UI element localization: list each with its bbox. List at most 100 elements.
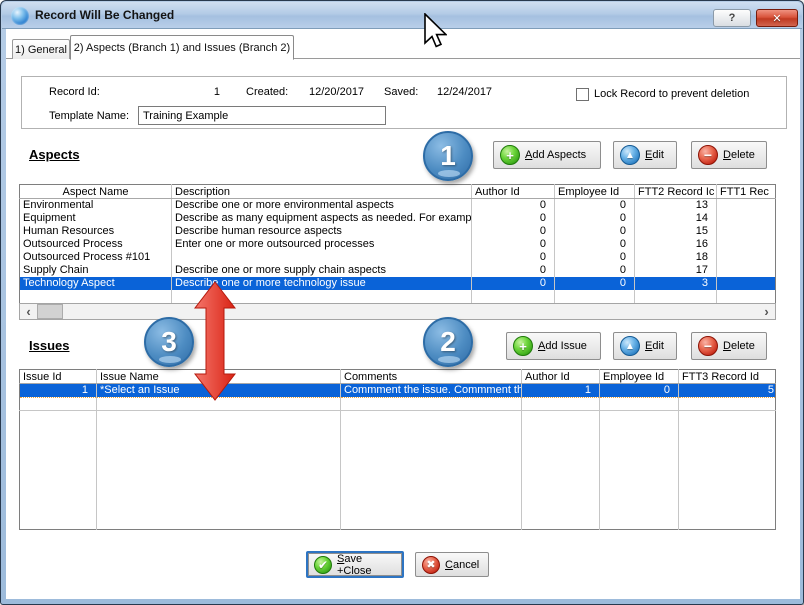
cell[interactable]: Outsourced Process [20,238,172,251]
cell[interactable]: 0 [472,199,555,213]
col-employee-id[interactable]: Employee Id [555,185,635,199]
cell[interactable]: 18 [635,251,717,264]
cell[interactable]: Outsourced Process #101 [20,251,172,264]
cancel-label: Cancel [445,559,479,571]
cell[interactable]: 0 [600,384,679,398]
aspect-row-selected[interactable]: Technology AspectDescribe one or more te… [20,277,776,290]
col-ftt2-record-id[interactable]: FTT2 Record Ic [635,185,717,199]
col-comments[interactable]: Comments [341,370,522,384]
col-ftt1-record[interactable]: FTT1 Rec [717,185,776,199]
close-button[interactable]: ✕ [756,9,798,27]
cell[interactable]: Equipment [20,212,172,225]
col-employee-id[interactable]: Employee Id [600,370,679,384]
cell[interactable]: Describe one or more environmental aspec… [172,199,472,213]
cell[interactable]: 0 [555,251,635,264]
lock-record-label: Lock Record to prevent deletion [594,88,749,100]
edit-aspect-button[interactable]: ▲ Edit [613,141,677,169]
aspect-row[interactable]: Human ResourcesDescribe human resource a… [20,225,776,238]
scroll-right-icon[interactable]: › [758,304,775,319]
add-issue-button[interactable]: + Add Issue [506,332,601,360]
cell[interactable]: 14 [635,212,717,225]
cell[interactable]: 1 [522,384,600,398]
cell[interactable]: 0 [555,199,635,213]
cell[interactable]: 0 [555,225,635,238]
scroll-left-icon[interactable]: ‹ [20,304,37,319]
cell[interactable]: 0 [472,277,555,290]
template-name-label: Template Name: [49,110,129,122]
cell[interactable]: 5 [679,384,776,398]
created-value: 12/20/2017 [309,86,364,98]
cell[interactable]: Describe human resource aspects [172,225,472,238]
cell[interactable]: Technology Aspect [20,277,172,290]
aspect-row[interactable]: Outsourced Process #1010018 [20,251,776,264]
cell[interactable]: 0 [472,238,555,251]
cell[interactable]: Describe as many equipment aspects as ne… [172,212,472,225]
col-issue-id[interactable]: Issue Id [20,370,97,384]
edit-issue-label: Edit [645,340,664,352]
cell[interactable]: 17 [635,264,717,277]
edit-issue-button[interactable]: ▲ Edit [613,332,677,360]
dialog-window: Record Will Be Changed ? ✕ 1) General 2)… [0,0,804,605]
screenshot-stage: Record Will Be Changed ? ✕ 1) General 2)… [0,0,804,605]
cell[interactable]: 1 [20,384,97,398]
cell[interactable]: 0 [555,238,635,251]
callout-3-badge: 3 [144,317,194,367]
tab-general[interactable]: 1) General [12,39,70,59]
cell[interactable]: 0 [472,264,555,277]
delete-aspect-button[interactable]: − Delete [691,141,767,169]
created-label: Created: [246,86,288,98]
saved-label: Saved: [384,86,418,98]
cell[interactable]: 13 [635,199,717,213]
lock-record-checkbox[interactable] [576,88,589,101]
issues-filler-row [20,411,776,530]
help-button[interactable]: ? [713,9,751,27]
aspect-row[interactable]: EnvironmentalDescribe one or more enviro… [20,199,776,213]
aspects-filler-row [20,290,776,303]
mouse-cursor [423,13,447,49]
issue-row-selected[interactable]: 1 *Select an Issue Commment the issue. C… [20,384,776,398]
cell[interactable] [717,199,776,213]
cell[interactable]: 15 [635,225,717,238]
cell[interactable]: Commment the issue. Commment the [341,384,522,398]
cell[interactable] [717,251,776,264]
save-close-button[interactable]: ✔ Save +Close [306,551,404,578]
issue-empty-row [20,398,776,411]
cell[interactable] [717,264,776,277]
cell[interactable]: 16 [635,238,717,251]
cell[interactable]: 0 [472,251,555,264]
aspect-row[interactable]: EquipmentDescribe as many equipment aspe… [20,212,776,225]
col-description[interactable]: Description [172,185,472,199]
cell[interactable]: 0 [472,212,555,225]
add-aspects-button[interactable]: + Add Aspects [493,141,601,169]
cell[interactable] [717,212,776,225]
aspect-row[interactable]: Outsourced ProcessEnter one or more outs… [20,238,776,251]
aspects-hscrollbar[interactable]: ‹ › [19,303,776,320]
cell[interactable] [717,238,776,251]
cell[interactable]: Human Resources [20,225,172,238]
titlebar[interactable]: Record Will Be Changed ? ✕ [2,2,802,29]
cell[interactable]: Enter one or more outsourced processes [172,238,472,251]
cell[interactable]: Environmental [20,199,172,213]
aspect-row[interactable]: Supply ChainDescribe one or more supply … [20,264,776,277]
tab-aspects-issues[interactable]: 2) Aspects (Branch 1) and Issues (Branch… [70,35,294,60]
cell[interactable] [172,251,472,264]
cell[interactable]: 0 [555,277,635,290]
cell[interactable]: 0 [555,212,635,225]
cell[interactable]: 0 [555,264,635,277]
scrollbar-thumb[interactable] [37,304,63,319]
cell[interactable]: 3 [635,277,717,290]
col-author-id[interactable]: Author Id [522,370,600,384]
aspects-heading: Aspects [29,147,80,162]
cell[interactable] [717,277,776,290]
cell[interactable]: 0 [472,225,555,238]
col-aspect-name[interactable]: Aspect Name [20,185,172,199]
delete-issue-button[interactable]: − Delete [691,332,767,360]
cell[interactable]: Describe one or more supply chain aspect… [172,264,472,277]
col-ftt3-record-id[interactable]: FTT3 Record Id [679,370,776,384]
template-name-input[interactable] [138,106,386,125]
cell[interactable]: Supply Chain [20,264,172,277]
add-icon: + [513,336,533,356]
cell[interactable] [717,225,776,238]
col-author-id[interactable]: Author Id [472,185,555,199]
cancel-button[interactable]: ✖ Cancel [415,552,489,577]
